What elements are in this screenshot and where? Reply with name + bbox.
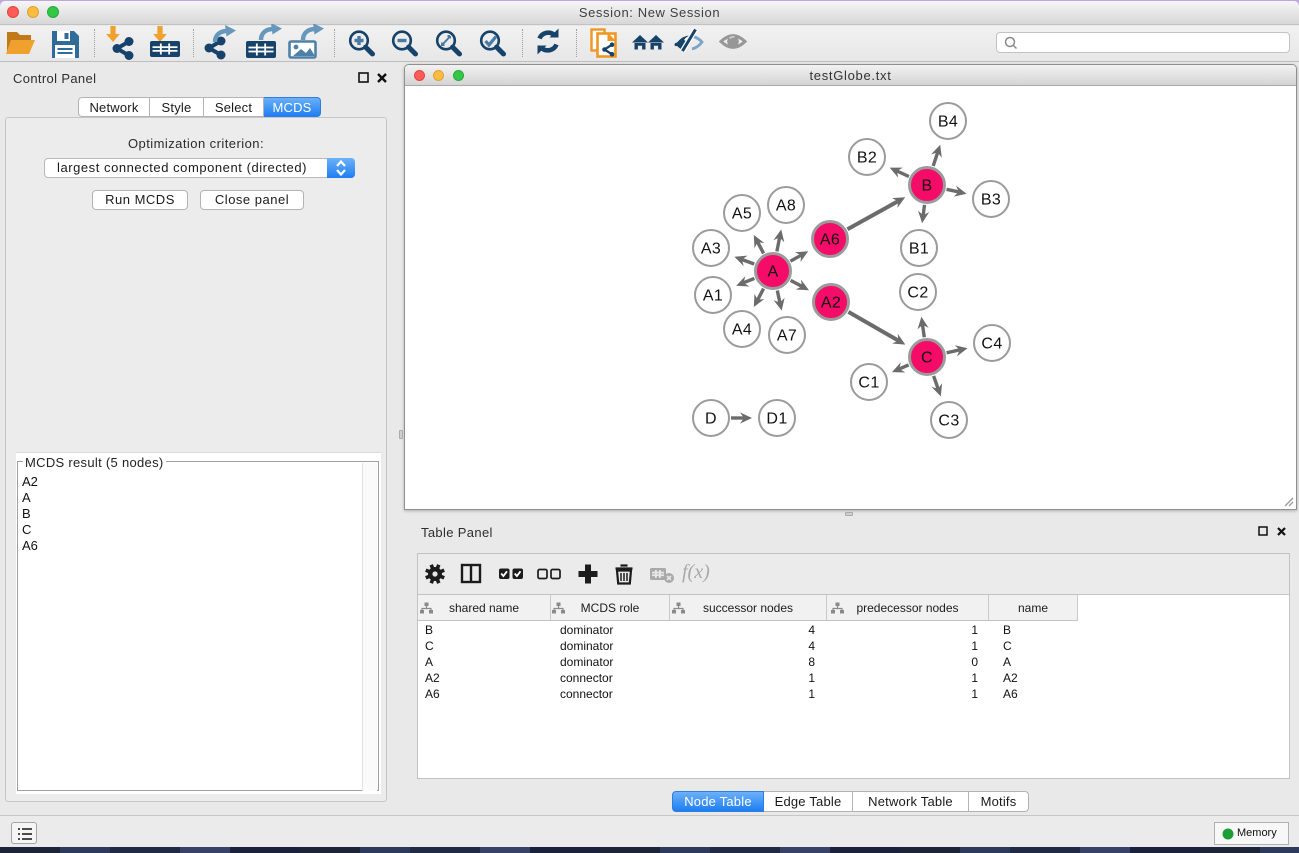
svg-text:A4: A4 (732, 322, 752, 339)
svg-text:C: C (921, 350, 933, 367)
svg-text:A2: A2 (821, 295, 841, 312)
svg-text:A1: A1 (703, 288, 723, 305)
svg-text:A5: A5 (732, 206, 752, 223)
svg-text:A8: A8 (776, 198, 796, 215)
svg-text:A7: A7 (777, 328, 797, 345)
svg-text:D: D (705, 411, 717, 428)
svg-text:C3: C3 (938, 413, 959, 430)
svg-text:B1: B1 (909, 241, 929, 258)
svg-text:D1: D1 (766, 411, 787, 428)
svg-text:C4: C4 (981, 336, 1002, 353)
svg-text:B2: B2 (857, 150, 877, 167)
svg-text:C1: C1 (858, 375, 879, 392)
svg-text:A3: A3 (701, 241, 721, 258)
svg-text:A: A (767, 264, 778, 281)
svg-text:B3: B3 (981, 192, 1001, 209)
svg-text:A6: A6 (820, 232, 840, 249)
svg-text:B4: B4 (938, 114, 958, 131)
svg-text:B: B (921, 178, 932, 195)
svg-text:C2: C2 (907, 285, 928, 302)
